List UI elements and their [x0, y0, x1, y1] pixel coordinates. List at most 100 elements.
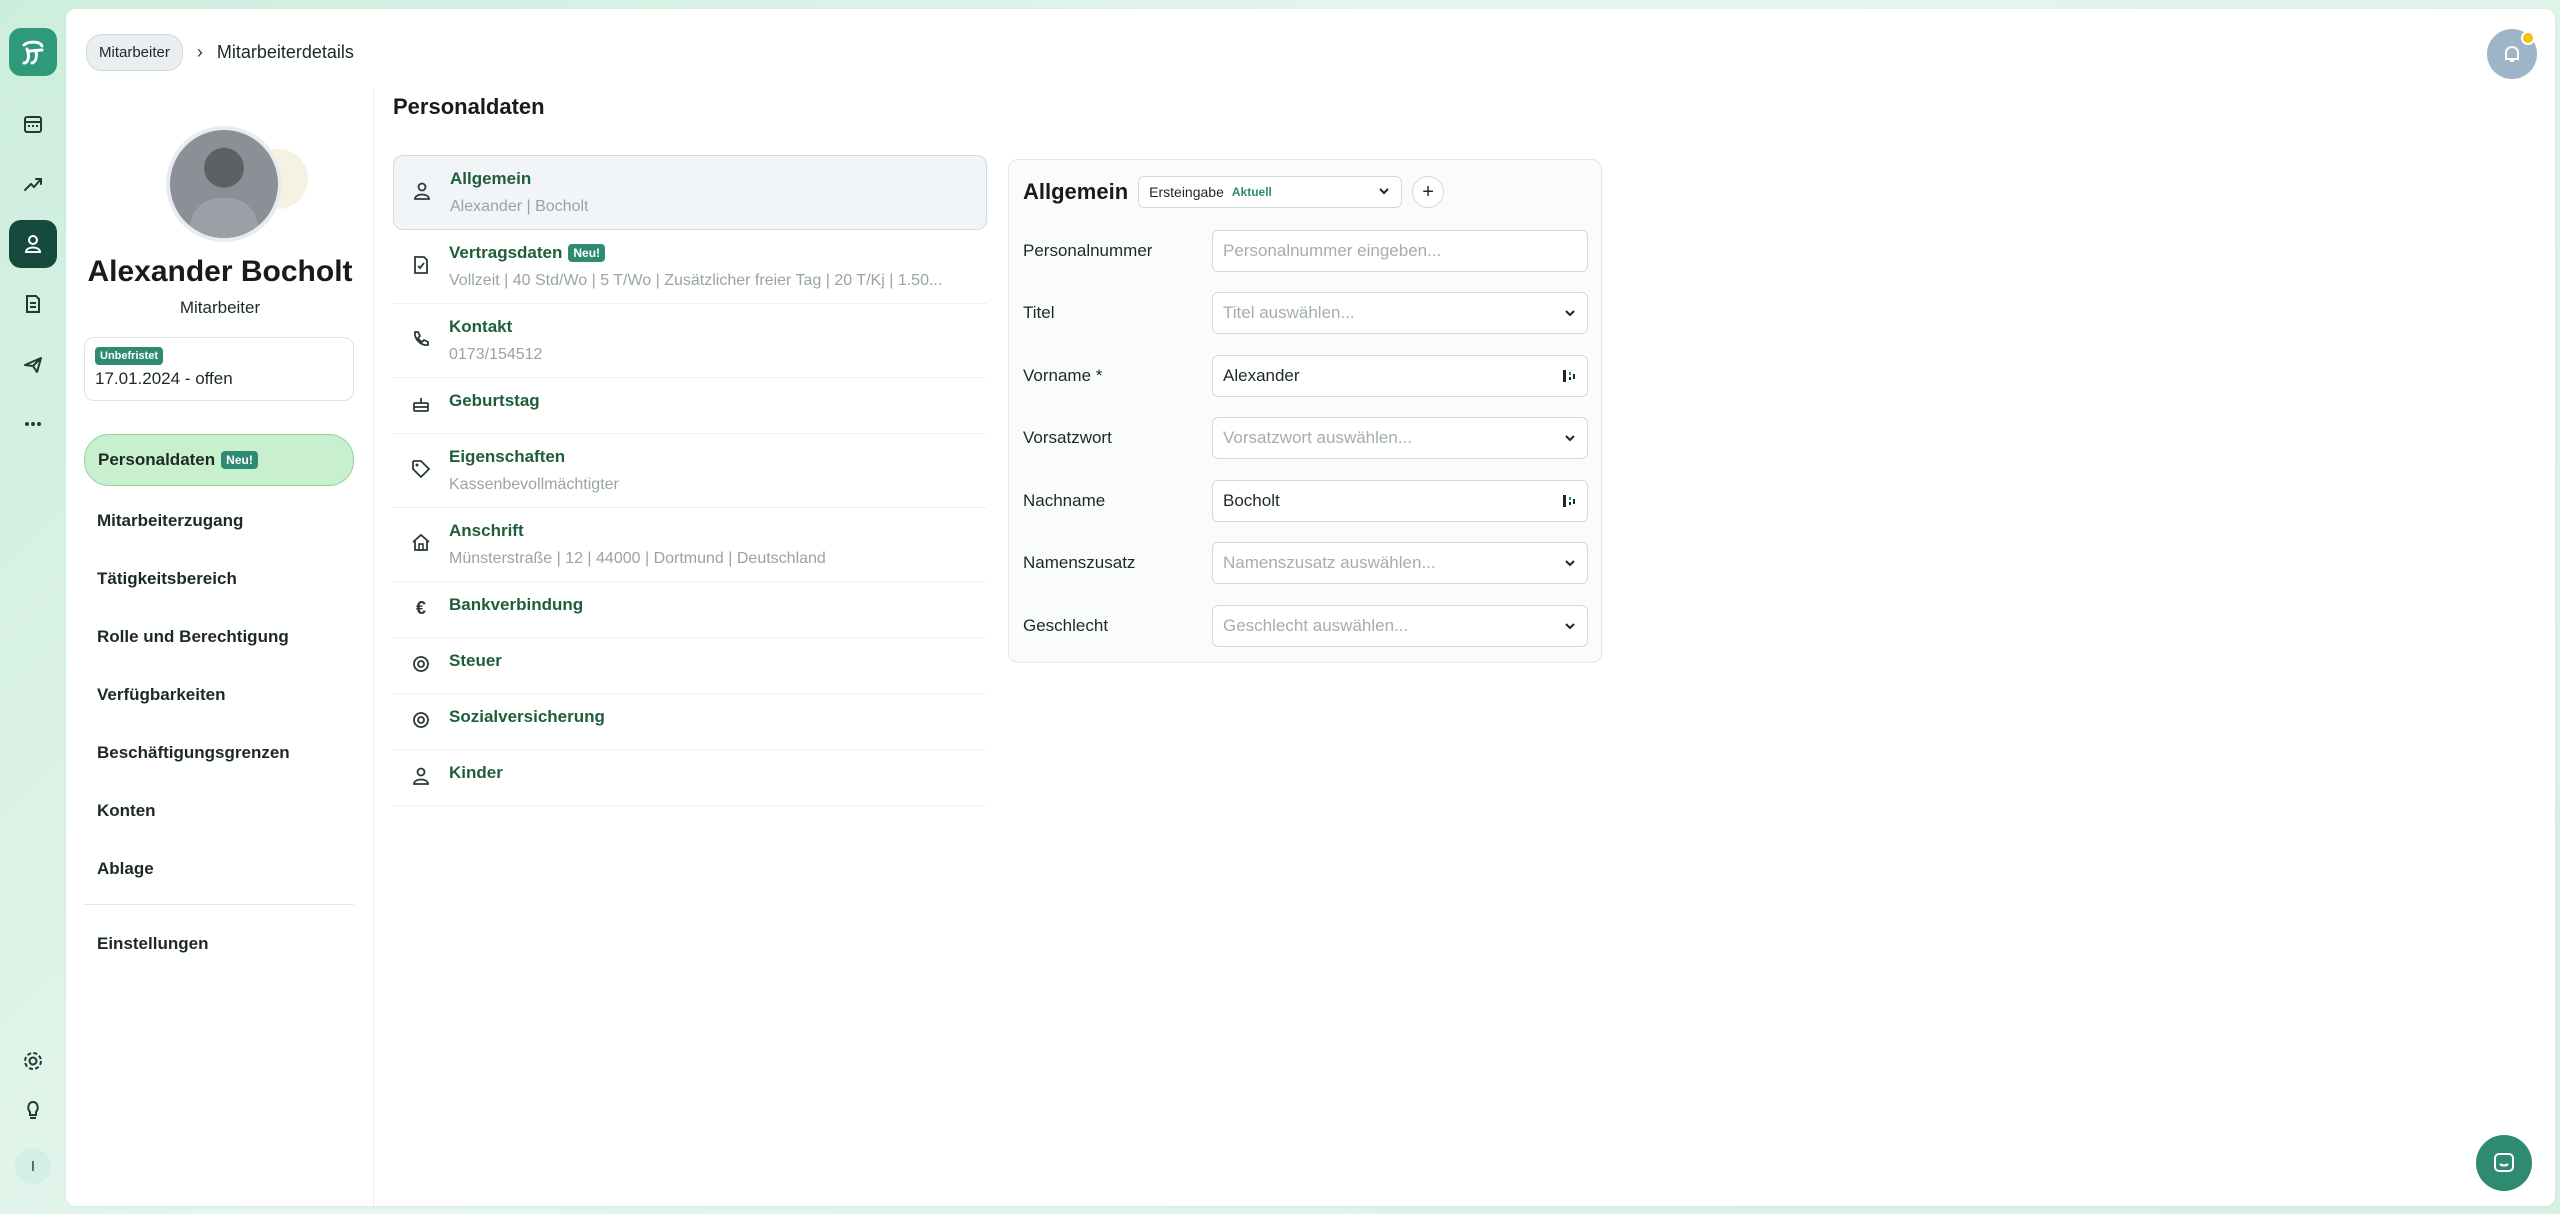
plane-icon[interactable] [9, 340, 57, 388]
chevron-down-icon [1563, 556, 1577, 570]
lightbulb-icon[interactable] [22, 1099, 44, 1126]
namenszusatz-select[interactable]: Namenszusatz auswählen... [1212, 542, 1588, 584]
contract-badge: Unbefristet [95, 347, 164, 365]
notification-dot [2521, 31, 2535, 45]
transcribe-icon[interactable] [1561, 493, 1577, 509]
nav-item-mitarbeiterzugang[interactable]: Mitarbeiterzugang [84, 492, 354, 550]
section-row-title: Allgemein [450, 169, 532, 188]
new-badge: Neu! [568, 244, 606, 262]
section-title: Personaldaten [393, 94, 545, 119]
section-row-subtitle: Vollzeit | 40 Std/Wo | 5 T/Wo | Zusätzli… [449, 272, 943, 289]
phone-icon [393, 317, 449, 349]
section-row-subtitle: 0173/154512 [449, 346, 543, 363]
panel-title: Allgemein [1023, 179, 1129, 204]
field-label: Vorsatzwort [1023, 428, 1112, 447]
vorname-input[interactable]: Alexander [1212, 355, 1588, 397]
section-row-title: Kinder [449, 763, 503, 782]
profile-nav: Personaldaten Neu! Mitarbeiterzugang Tät… [84, 434, 354, 973]
section-row-title: Eigenschaften [449, 447, 566, 466]
section-row-kinder[interactable]: Kinder [393, 750, 987, 806]
section-row-anschrift[interactable]: Anschrift Münsterstraße | 12 | 44000 | Do… [393, 508, 987, 582]
cake-icon [393, 391, 449, 414]
section-row-allgemein[interactable]: Allgemein Alexander | Bocholt [393, 155, 987, 230]
nav-item-personaldaten[interactable]: Personaldaten Neu! [84, 434, 354, 486]
nav-item-beschaeftigungsgrenzen[interactable]: Beschäftigungsgrenzen [84, 724, 354, 782]
section-row-subtitle: Münsterstraße | 12 | 44000 | Dortmund | … [449, 550, 826, 567]
field-label: Namenszusatz [1023, 553, 1136, 572]
nav-item-konten[interactable]: Konten [84, 782, 354, 840]
breadcrumb: Mitarbeiter › Mitarbeiterdetails [86, 34, 354, 71]
contract-card[interactable]: Unbefristet 17.01.2024 - offen [84, 337, 354, 401]
main-card: Mitarbeiter › Mitarbeiterdetails Alexand… [66, 9, 2555, 1206]
nachname-value: Bocholt [1223, 491, 1280, 510]
child-icon [393, 763, 449, 786]
section-row-title: Sozialversicherung [449, 707, 605, 726]
nav-item-einstellungen[interactable]: Einstellungen [84, 915, 354, 973]
notification-button[interactable] [2487, 29, 2537, 79]
section-row-steuer[interactable]: Steuer [393, 638, 987, 694]
section-row-eigenschaften[interactable]: Eigenschaften Kassenbevollmächtigter [393, 434, 987, 508]
field-label: Personalnummer [1023, 241, 1153, 260]
version-select[interactable]: Ersteingabe Aktuell [1138, 176, 1403, 208]
document-icon[interactable] [9, 280, 57, 328]
transcribe-icon[interactable] [1561, 368, 1577, 384]
tag-icon [393, 447, 449, 479]
titel-placeholder: Titel auswählen... [1223, 303, 1355, 322]
section-row-geburtstag[interactable]: Geburtstag [393, 378, 987, 434]
chat-button[interactable] [2476, 1135, 2532, 1191]
section-row-vertragsdaten[interactable]: Vertragsdaten Neu! Vollzeit | 40 Std/Wo | … [393, 230, 987, 304]
contract-icon [393, 243, 449, 275]
form-panel: Allgemein Ersteingabe Aktuell + Personal… [1008, 159, 1602, 663]
section-row-subtitle: Alexander | Bocholt [450, 198, 589, 215]
field-label: Geschlecht [1023, 616, 1109, 635]
nav-item-ablage[interactable]: Ablage [84, 840, 354, 898]
bell-icon [2505, 45, 2519, 62]
version-tag: Aktuell [1231, 185, 1272, 199]
vorsatzwort-select[interactable]: Vorsatzwort auswählen... [1212, 417, 1588, 459]
breadcrumb-parent[interactable]: Mitarbeiter [86, 34, 183, 71]
chat-icon [2494, 1153, 2514, 1172]
field-label: Vorname * [1023, 366, 1103, 385]
section-row-title: Anschrift [449, 521, 524, 540]
nav-divider [84, 904, 354, 905]
section-row-title: Kontakt [449, 317, 513, 336]
user-avatar[interactable]: I [15, 1148, 51, 1184]
logo-icon [22, 40, 44, 65]
nachname-input[interactable]: Bocholt [1212, 480, 1588, 522]
contract-dates: 17.01.2024 - offen [95, 369, 233, 388]
avatar[interactable] [166, 126, 282, 242]
gear-icon[interactable] [22, 1050, 44, 1077]
nav-item-verfuegbarkeiten[interactable]: Verfügbarkeiten [84, 666, 354, 724]
personalnummer-input[interactable]: Personalnummer eingeben... [1212, 230, 1588, 272]
nav-item-taetigkeitsbereich[interactable]: Tätigkeitsbereich [84, 550, 354, 608]
left-rail: I [0, 0, 66, 1214]
section-list: Allgemein Alexander | Bocholt Vertragsdat… [393, 155, 987, 806]
more-icon[interactable] [9, 400, 57, 448]
geschlecht-select[interactable]: Geschlecht auswählen... [1212, 605, 1588, 647]
section-row-sozialversicherung[interactable]: Sozialversicherung [393, 694, 987, 750]
vorsatzwort-placeholder: Vorsatzwort auswählen... [1223, 428, 1412, 447]
chevron-down-icon [1563, 431, 1577, 445]
add-version-button[interactable]: + [1412, 176, 1445, 208]
version-label: Ersteingabe [1149, 184, 1224, 200]
user-icon [394, 169, 450, 201]
user-icon[interactable] [9, 220, 57, 268]
section-row-title: Geburtstag [449, 391, 540, 410]
section-row-bankverbindung[interactable]: € Bankverbindung [393, 582, 987, 638]
app-logo[interactable] [9, 28, 57, 76]
breadcrumb-separator: › [196, 42, 203, 62]
section-row-title: Vertragsdaten [449, 243, 563, 262]
home-icon [393, 521, 449, 553]
nav-item-rolle[interactable]: Rolle und Berechtigung [84, 608, 354, 666]
chevron-down-icon [1563, 619, 1577, 633]
calendar-icon[interactable] [9, 100, 57, 148]
nav-item-label: Personaldaten [98, 450, 216, 469]
chevron-down-icon [1563, 306, 1577, 320]
section-row-kontakt[interactable]: Kontakt 0173/154512 [393, 304, 987, 378]
section-row-subtitle: Kassenbevollmächtigter [449, 476, 619, 493]
namenszusatz-placeholder: Namenszusatz auswählen... [1223, 553, 1436, 572]
titel-select[interactable]: Titel auswählen... [1212, 292, 1588, 334]
employee-name: Alexander Bocholt [87, 255, 353, 288]
trending-icon[interactable] [9, 160, 57, 208]
employee-role: Mitarbeiter [179, 298, 261, 317]
